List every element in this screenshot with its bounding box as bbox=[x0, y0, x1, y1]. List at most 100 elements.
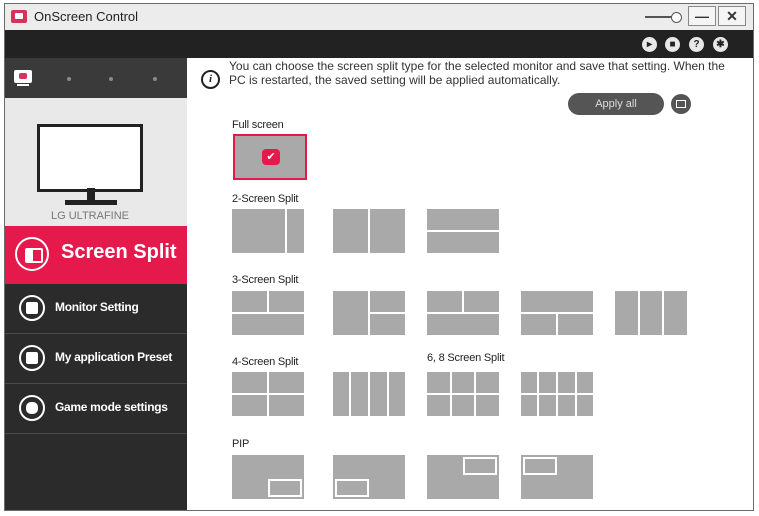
layout-pane bbox=[521, 291, 593, 312]
layout-4-split-grid[interactable] bbox=[232, 372, 304, 416]
layout-pip-bottom-left[interactable] bbox=[333, 455, 405, 499]
monitor-stand bbox=[17, 84, 29, 86]
display-icon[interactable]: ■ bbox=[665, 37, 680, 52]
opacity-slider[interactable] bbox=[645, 10, 683, 24]
section-4-screen: 4-Screen Split bbox=[232, 356, 299, 368]
layout-2-split-wide[interactable] bbox=[232, 209, 304, 253]
layout-pane bbox=[427, 372, 450, 393]
close-button[interactable]: ✕ bbox=[718, 6, 746, 26]
layout-pane bbox=[370, 209, 405, 253]
sidebar-item-screen-split[interactable]: Screen Split bbox=[5, 226, 187, 284]
sidebar-item-game-mode[interactable]: Game mode settings bbox=[5, 384, 187, 434]
gamepad-icon bbox=[19, 395, 45, 421]
layout-pane bbox=[539, 372, 556, 393]
layout-pane bbox=[558, 395, 575, 416]
layout-pane bbox=[370, 291, 405, 312]
layout-pane bbox=[476, 395, 499, 416]
slider-knob[interactable] bbox=[671, 12, 682, 23]
section-pip: PIP bbox=[232, 438, 250, 450]
layout-pane bbox=[427, 314, 499, 335]
layout-pane bbox=[389, 372, 405, 416]
monitor-selector[interactable] bbox=[5, 58, 187, 98]
layout-pane bbox=[232, 291, 267, 312]
info-line: You can choose the screen split type for… bbox=[229, 59, 725, 73]
layout-pane bbox=[577, 395, 593, 416]
monitor-name: LG ULTRAFINE bbox=[50, 210, 130, 222]
layout-pane bbox=[232, 314, 304, 335]
help-icon[interactable]: ? bbox=[689, 37, 704, 52]
sidebar-item-label: Monitor Setting bbox=[55, 300, 139, 314]
layout-pane bbox=[664, 291, 687, 335]
pip-window bbox=[523, 457, 557, 475]
layout-pip-bottom-right[interactable] bbox=[232, 455, 304, 499]
layout-pane bbox=[476, 372, 499, 393]
layout-6-split[interactable] bbox=[427, 372, 499, 416]
app-preset-icon bbox=[19, 345, 45, 371]
layout-pane bbox=[427, 291, 462, 312]
layout-pane bbox=[232, 395, 267, 416]
layout-3-split-b[interactable] bbox=[333, 291, 405, 335]
layout-pane bbox=[464, 291, 499, 312]
layout-pane bbox=[351, 372, 368, 416]
monitor-setting-icon bbox=[19, 295, 45, 321]
monitor-screen-illustration bbox=[37, 124, 143, 192]
layout-pane bbox=[232, 209, 285, 253]
monitor-slot-dot[interactable] bbox=[153, 77, 157, 81]
sidebar-item-app-preset[interactable]: My application Preset bbox=[5, 334, 187, 384]
main-content: i You can choose the screen split type f… bbox=[187, 58, 753, 510]
layout-2-split-vertical[interactable] bbox=[333, 209, 405, 253]
apply-all-button[interactable]: Apply all bbox=[568, 93, 664, 115]
layout-pane bbox=[370, 372, 387, 416]
minimize-button[interactable]: — bbox=[688, 6, 716, 26]
layout-pane bbox=[615, 291, 638, 335]
layout-pane bbox=[287, 209, 304, 253]
sidebar-item-label: Game mode settings bbox=[55, 400, 168, 414]
info-line: PC is restarted, the saved setting will … bbox=[229, 73, 561, 87]
layout-2-split-horizontal[interactable] bbox=[427, 209, 499, 253]
section-6-8-screen: 6, 8 Screen Split bbox=[427, 352, 505, 364]
info-text: You can choose the screen split type for… bbox=[229, 59, 747, 87]
layout-4-split-columns[interactable] bbox=[333, 372, 405, 416]
monitor-slot-dot[interactable] bbox=[67, 77, 71, 81]
layout-3-split-d[interactable] bbox=[521, 291, 593, 335]
layout-pane bbox=[427, 395, 450, 416]
layout-pane bbox=[427, 232, 499, 253]
layout-pane bbox=[558, 314, 593, 335]
layout-3-split-a[interactable] bbox=[232, 291, 304, 335]
layout-3-split-e[interactable] bbox=[615, 291, 687, 335]
info-icon: i bbox=[201, 70, 220, 89]
monitor-slot-dot[interactable] bbox=[109, 77, 113, 81]
layout-pane bbox=[521, 395, 537, 416]
layout-pane bbox=[333, 372, 349, 416]
layout-pane bbox=[640, 291, 662, 335]
pointer-icon[interactable]: ▸ bbox=[642, 37, 657, 52]
selected-check-icon: ✔ bbox=[262, 149, 280, 165]
layout-pane bbox=[452, 372, 474, 393]
layout-pane bbox=[521, 314, 556, 335]
layout-full-screen[interactable]: ✔ bbox=[233, 134, 307, 180]
layout-pip-top-left[interactable] bbox=[521, 455, 593, 499]
section-2-screen: 2-Screen Split bbox=[232, 193, 299, 205]
layout-8-split[interactable] bbox=[521, 372, 593, 416]
section-3-screen: 3-Screen Split bbox=[232, 274, 299, 286]
app-logo-icon bbox=[11, 10, 27, 23]
screen-split-icon bbox=[15, 237, 49, 271]
layout-pane bbox=[269, 372, 304, 393]
apply-monitor-icon[interactable] bbox=[671, 94, 691, 114]
layout-pane bbox=[539, 395, 556, 416]
layout-pane bbox=[269, 291, 304, 312]
window-title: OnScreen Control bbox=[34, 9, 139, 24]
layout-pane bbox=[558, 372, 575, 393]
layout-3-split-c[interactable] bbox=[427, 291, 499, 335]
monitor-preview: LG ULTRAFINE bbox=[5, 98, 187, 226]
settings-icon[interactable]: ✱ bbox=[713, 37, 728, 52]
layout-pane bbox=[427, 209, 499, 230]
monitor-icon[interactable] bbox=[14, 70, 32, 83]
layout-pane bbox=[452, 395, 474, 416]
layout-pane bbox=[521, 372, 537, 393]
sidebar-item-monitor-setting[interactable]: Monitor Setting bbox=[5, 284, 187, 334]
layout-pane bbox=[232, 372, 267, 393]
app-window: OnScreen Control — ✕ ▸ ■ ? ✱ LG ULTRAFIN… bbox=[4, 3, 754, 511]
sidebar-item-label: My application Preset bbox=[55, 350, 173, 364]
layout-pip-top-right[interactable] bbox=[427, 455, 499, 499]
